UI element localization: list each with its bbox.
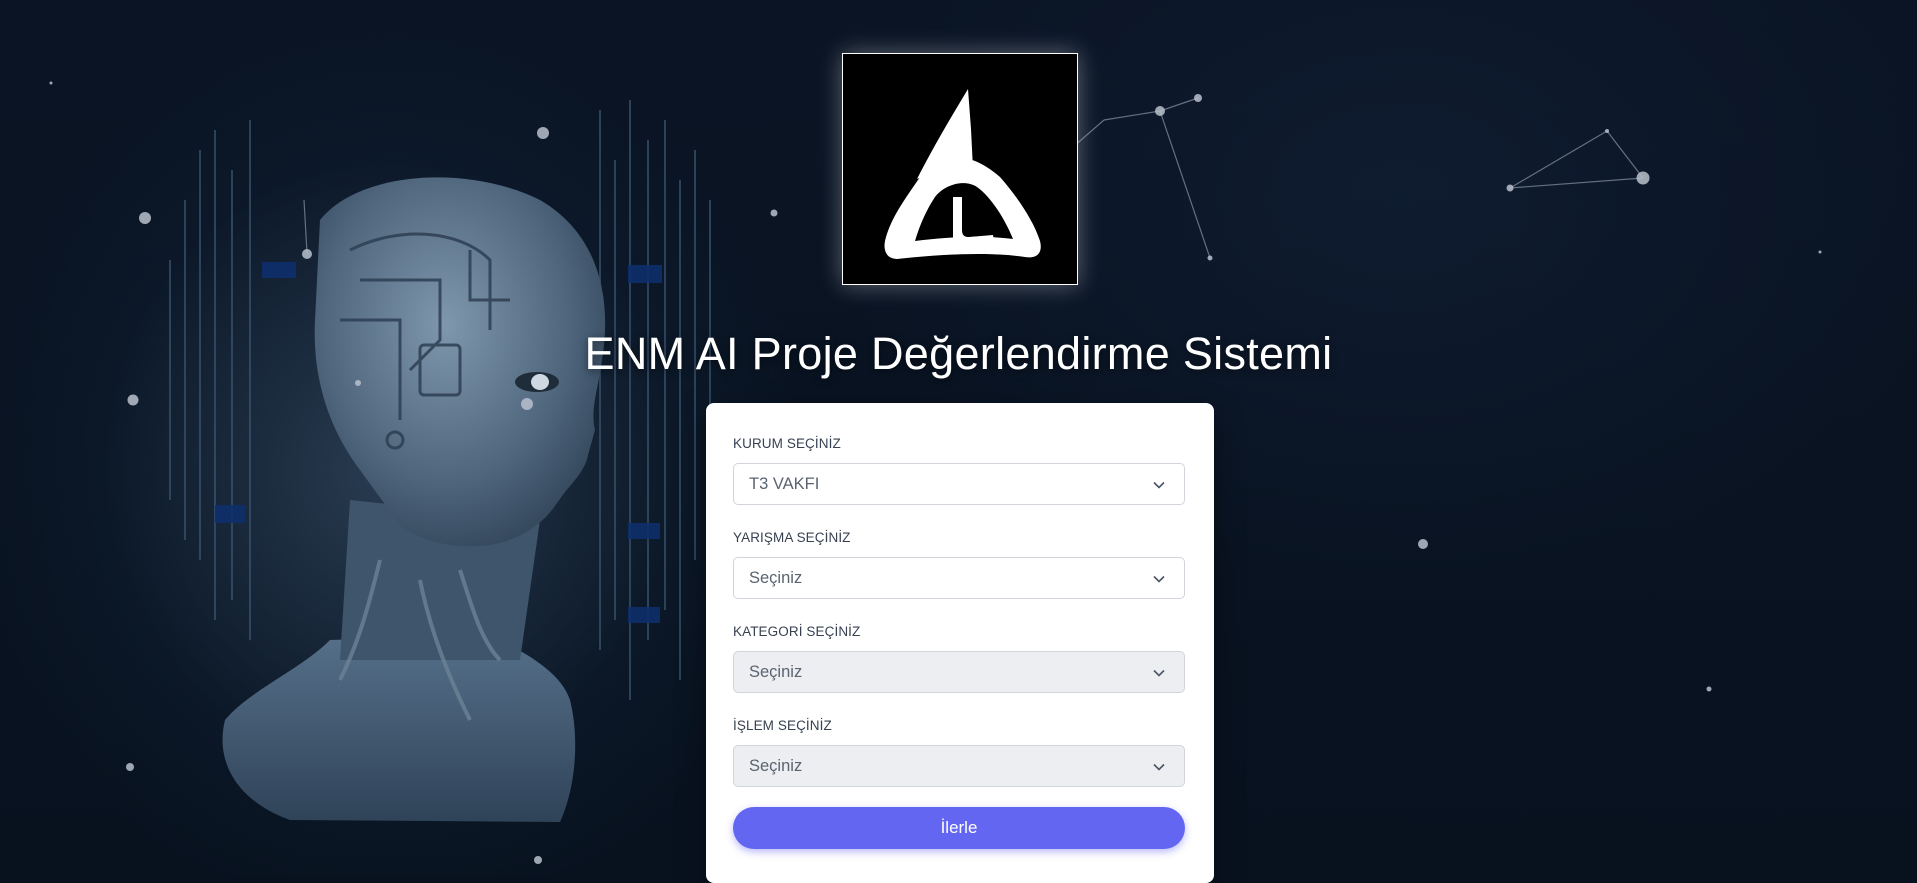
competition-label: YARIŞMA SEÇİNİZ (733, 530, 851, 545)
enm-triangle-logo-icon (884, 89, 1041, 259)
chevron-down-icon (1153, 481, 1165, 489)
institution-select-value: T3 VAKFI (749, 474, 820, 493)
operation-select-value: Seçiniz (749, 756, 803, 775)
category-select-value: Seçiniz (749, 662, 803, 681)
selection-form-card: KURUM SEÇİNİZ T3 VAKFI YARIŞMA SEÇİNİZ S… (706, 403, 1214, 883)
continue-button[interactable]: İlerle (733, 807, 1185, 849)
competition-select-value: Seçiniz (749, 568, 803, 587)
chevron-down-icon (1153, 763, 1165, 771)
operation-label: İŞLEM SEÇİNİZ (733, 718, 832, 733)
category-label: KATEGORİ SEÇİNİZ (733, 624, 861, 639)
operation-select[interactable]: Seçiniz (733, 745, 1185, 787)
logo (842, 53, 1078, 285)
category-select[interactable]: Seçiniz (733, 651, 1185, 693)
chevron-down-icon (1153, 669, 1165, 677)
institution-label: KURUM SEÇİNİZ (733, 436, 841, 451)
chevron-down-icon (1153, 575, 1165, 583)
competition-select[interactable]: Seçiniz (733, 557, 1185, 599)
institution-select[interactable]: T3 VAKFI (733, 463, 1185, 505)
page-title: ENM AI Proje Değerlendirme Sistemi (584, 328, 1333, 380)
